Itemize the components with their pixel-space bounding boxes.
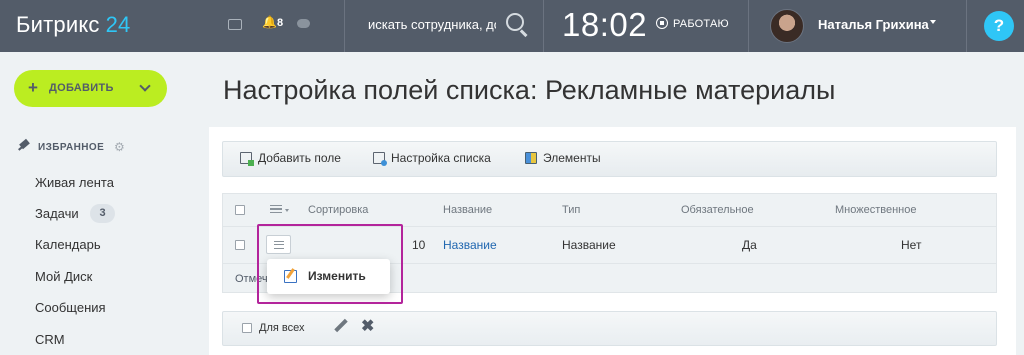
cloud-icon[interactable] [297, 19, 310, 28]
cell-name-link[interactable]: Название [443, 238, 497, 252]
work-status-icon[interactable] [656, 17, 668, 29]
sidebar-item-crm[interactable]: CRM [35, 332, 65, 347]
help-button[interactable]: ? [984, 11, 1014, 41]
menu-icon[interactable] [270, 205, 282, 213]
work-status-label[interactable]: РАБОТАЮ [673, 18, 729, 30]
cell-sort: 10 [412, 238, 426, 252]
header-divider [543, 0, 544, 52]
list-settings-label: Настройка списка [391, 151, 491, 165]
cell-type: Название [562, 238, 616, 252]
logo[interactable]: Битрикс 24 [16, 12, 130, 38]
header-divider [344, 0, 345, 52]
bell-icon[interactable]: 🔔 [262, 15, 277, 29]
header-divider [966, 0, 967, 52]
add-button-label: ДОБАВИТЬ [49, 82, 114, 94]
select-all-checkbox[interactable] [235, 205, 245, 215]
sidebar-item-feed[interactable]: Живая лента [35, 175, 114, 190]
avatar[interactable] [770, 9, 804, 43]
page-title: Настройка полей списка: Рекламные матери… [223, 75, 836, 105]
pencil-icon[interactable] [333, 318, 349, 334]
highlight-frame [257, 224, 403, 304]
for-all-checkbox[interactable] [242, 323, 252, 333]
column-header-sort[interactable]: Сортировка [308, 204, 368, 216]
sidebar-item-calendar[interactable]: Календарь [35, 237, 101, 252]
pin-icon [18, 141, 32, 151]
elements-label: Элементы [543, 151, 601, 165]
user-name[interactable]: Наталья Грихина [818, 17, 929, 32]
logo-text: Битрикс [16, 12, 100, 37]
chevron-down-icon[interactable] [285, 209, 289, 212]
cell-required: Да [742, 238, 757, 252]
sidebar-item-tasks[interactable]: Задачи [35, 206, 79, 221]
add-button[interactable]: + ДОБАВИТЬ [14, 70, 167, 107]
chat-icon[interactable] [228, 19, 242, 30]
elements-button[interactable]: Элементы [525, 151, 601, 165]
clock[interactable]: 18:02 [562, 6, 647, 44]
cell-multiple: Нет [901, 238, 922, 252]
add-field-icon [240, 152, 254, 166]
notification-count: 8 [277, 17, 284, 29]
add-field-button[interactable]: Добавить поле [240, 151, 341, 166]
elements-icon [525, 152, 537, 164]
column-header-type[interactable]: Тип [562, 204, 580, 216]
logo-number: 24 [105, 12, 131, 37]
column-header-name[interactable]: Название [443, 204, 492, 216]
favorites-title: ИЗБРАННОЕ [38, 142, 105, 153]
delete-icon[interactable]: ✖ [361, 316, 374, 336]
sidebar-item-disk[interactable]: Мой Диск [35, 269, 92, 284]
column-header-multiple[interactable]: Множественное [835, 204, 916, 216]
row-checkbox[interactable] [235, 240, 245, 250]
list-settings-icon [373, 152, 387, 166]
search-icon[interactable] [506, 13, 524, 31]
list-settings-button[interactable]: Настройка списка [373, 151, 491, 166]
for-all-label[interactable]: Для всех [259, 322, 304, 334]
gear-icon[interactable]: ⚙ [114, 140, 125, 154]
header-divider [748, 0, 749, 52]
plus-icon: + [28, 78, 38, 97]
sidebar-item-messages[interactable]: Сообщения [35, 300, 106, 315]
chevron-down-icon[interactable] [139, 80, 151, 92]
chevron-down-icon[interactable] [930, 20, 936, 24]
tasks-count-badge: 3 [90, 204, 115, 223]
search-input[interactable]: искать сотрудника, документ [368, 17, 496, 32]
column-header-required[interactable]: Обязательное [681, 204, 754, 216]
add-field-label: Добавить поле [258, 151, 341, 165]
